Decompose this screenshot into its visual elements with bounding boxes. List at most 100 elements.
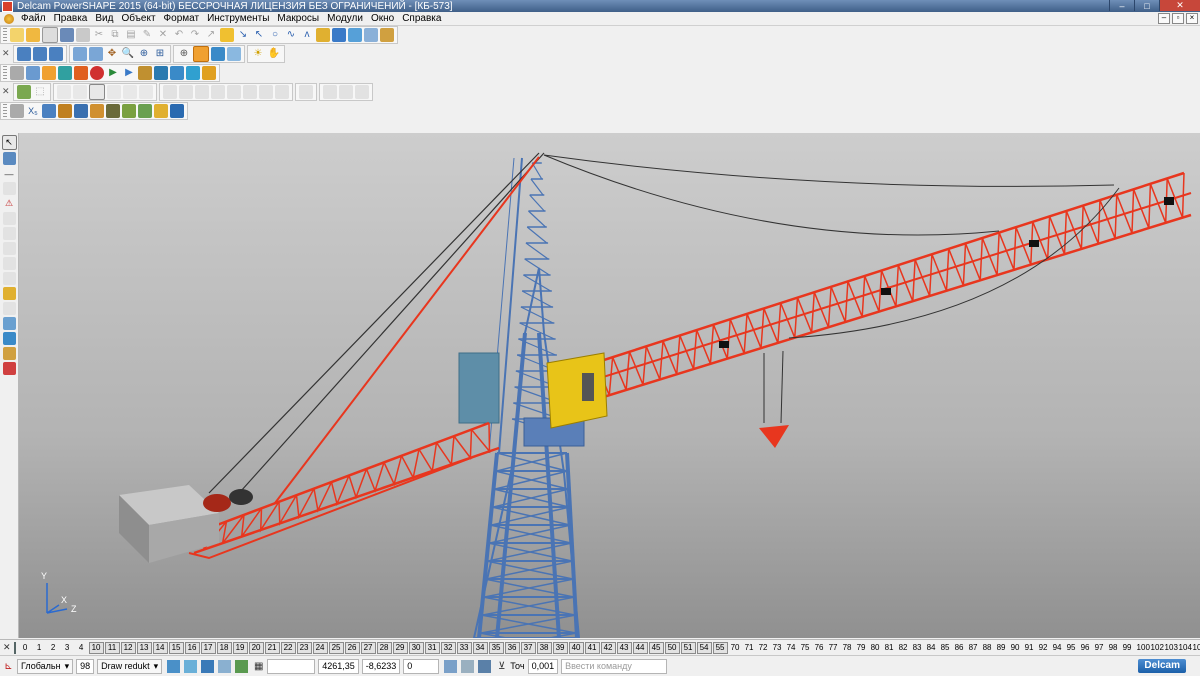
spline-icon[interactable]: ᴧ — [300, 28, 314, 42]
level-button[interactable]: 27 — [360, 641, 376, 654]
solid-cone-icon[interactable] — [107, 85, 121, 99]
level-button[interactable]: 83 — [911, 643, 924, 653]
level-button[interactable]: 102 — [1149, 643, 1164, 653]
shaded-icon[interactable] — [193, 46, 209, 62]
surface-tool-icon[interactable] — [2, 287, 16, 300]
level-button[interactable]: 14 — [152, 641, 168, 654]
menu-edit[interactable]: Правка — [50, 13, 92, 24]
menu-object[interactable]: Объект — [117, 13, 159, 24]
level-button[interactable]: 39 — [552, 641, 568, 654]
feature-icon[interactable] — [154, 66, 168, 80]
shell-icon[interactable] — [243, 85, 257, 99]
hand-icon[interactable]: ✋ — [267, 47, 281, 61]
level-button[interactable]: 73 — [771, 643, 784, 653]
workplane-select[interactable]: Глобальн ▾ — [17, 658, 74, 674]
level-button[interactable]: 44 — [632, 641, 648, 654]
snap-icon[interactable] — [184, 659, 198, 673]
level-button[interactable]: 105 — [1191, 643, 1200, 653]
doc-close-button[interactable]: × — [1186, 13, 1198, 24]
level-number-field[interactable]: 98 — [76, 658, 95, 674]
draft-view-icon[interactable] — [42, 104, 56, 118]
visibility-icon[interactable] — [235, 659, 249, 673]
solid-select-icon[interactable] — [17, 85, 31, 99]
level-button[interactable]: 42 — [600, 641, 616, 654]
level-button[interactable]: 30 — [408, 641, 424, 654]
doc-minimize-button[interactable]: – — [1158, 13, 1170, 24]
delete-icon[interactable]: ✕ — [156, 28, 170, 42]
toolbar-close-icon[interactable]: ✕ — [2, 86, 11, 98]
x-coordinate-field[interactable]: 4261,35 — [318, 658, 359, 674]
level-button[interactable]: 45 — [648, 641, 664, 654]
level-button[interactable]: 20 — [248, 641, 264, 654]
level-button[interactable]: 22 — [280, 641, 296, 654]
level-button[interactable]: 10 — [88, 641, 104, 654]
y-coordinate-field[interactable]: -8,6233 — [361, 658, 401, 674]
curve-icon[interactable]: ∿ — [284, 28, 298, 42]
draft-select-icon[interactable] — [10, 104, 24, 118]
info-icon[interactable] — [170, 66, 184, 80]
zoom-in-icon[interactable]: ⊞ — [153, 47, 167, 61]
level-button[interactable]: 99 — [1121, 643, 1134, 653]
analysis-icon[interactable] — [186, 66, 200, 80]
box-icon[interactable] — [138, 66, 152, 80]
menu-file[interactable]: Файл — [17, 13, 50, 24]
level-button[interactable]: 31 — [424, 641, 440, 654]
tree-icon[interactable] — [339, 85, 353, 99]
dimension-tool-icon[interactable] — [2, 272, 16, 285]
level-button[interactable]: 104 — [1177, 643, 1192, 653]
zoom-all-icon[interactable]: ⊕ — [137, 47, 151, 61]
toolbar-grip[interactable] — [3, 104, 7, 118]
level-button[interactable]: 17 — [200, 641, 216, 654]
level-button[interactable]: 89 — [995, 643, 1008, 653]
level-button[interactable]: 26 — [344, 641, 360, 654]
pointer-icon[interactable]: ↖ — [1, 135, 17, 150]
level-button[interactable]: 91 — [1023, 643, 1036, 653]
level-button[interactable]: 71 — [743, 643, 756, 653]
history-icon[interactable] — [323, 85, 337, 99]
view-iso2-icon[interactable] — [33, 47, 47, 61]
undo-icon[interactable]: ↶ — [172, 28, 186, 42]
transform-icon[interactable]: ↗ — [204, 28, 218, 42]
toolbar-close-icon[interactable]: ✕ — [2, 48, 11, 60]
print-icon[interactable] — [76, 28, 90, 42]
level-button[interactable]: 4 — [75, 643, 88, 653]
play-icon[interactable]: ▶ — [106, 66, 120, 80]
solid-icon[interactable] — [332, 28, 346, 42]
transparency-icon[interactable] — [227, 47, 241, 61]
level-button[interactable]: 98 — [1107, 643, 1120, 653]
level-button[interactable]: 12 — [120, 641, 136, 654]
cut-icon[interactable]: ✂ — [92, 28, 106, 42]
cone-icon[interactable]: ▶ — [122, 66, 136, 80]
crane-model[interactable] — [19, 133, 1200, 638]
level-button[interactable]: 51 — [680, 641, 696, 654]
circle-icon[interactable]: ○ — [268, 28, 282, 42]
tool-icon[interactable] — [380, 28, 394, 42]
level-button[interactable]: 75 — [799, 643, 812, 653]
pan-icon[interactable]: ✥ — [105, 47, 119, 61]
tolerance-icon[interactable]: ⊻ — [495, 660, 508, 673]
xy-axis-icon[interactable]: X₅ — [26, 104, 40, 118]
level-button[interactable]: 72 — [757, 643, 770, 653]
menu-help[interactable]: Справка — [398, 13, 445, 24]
level-button[interactable]: 78 — [841, 643, 854, 653]
fillet-icon[interactable] — [211, 85, 225, 99]
arc-icon[interactable]: ↖ — [252, 28, 266, 42]
tolerance-field[interactable]: 0,001 — [527, 658, 559, 674]
point-tool-icon[interactable] — [2, 182, 16, 195]
curve-tool-icon[interactable] — [2, 242, 16, 255]
document-icon[interactable] — [26, 66, 40, 80]
menu-format[interactable]: Формат — [160, 13, 204, 24]
paste-icon[interactable]: ▤ — [124, 28, 138, 42]
level-manager-icon[interactable] — [13, 641, 16, 654]
view-iso3-icon[interactable] — [49, 47, 63, 61]
draft-symbol-icon[interactable] — [106, 104, 120, 118]
intelligent-cursor-icon[interactable] — [167, 659, 181, 673]
draft-hatch-icon[interactable] — [138, 104, 152, 118]
level-button[interactable]: 74 — [785, 643, 798, 653]
level-button[interactable]: 0 — [19, 643, 32, 653]
wireframe-icon[interactable]: ⊕ — [177, 47, 191, 61]
electrode-icon[interactable] — [364, 28, 378, 42]
toolbar-grip[interactable] — [3, 28, 7, 42]
analysis-tool-icon[interactable] — [2, 362, 16, 375]
level-button[interactable]: 79 — [855, 643, 868, 653]
